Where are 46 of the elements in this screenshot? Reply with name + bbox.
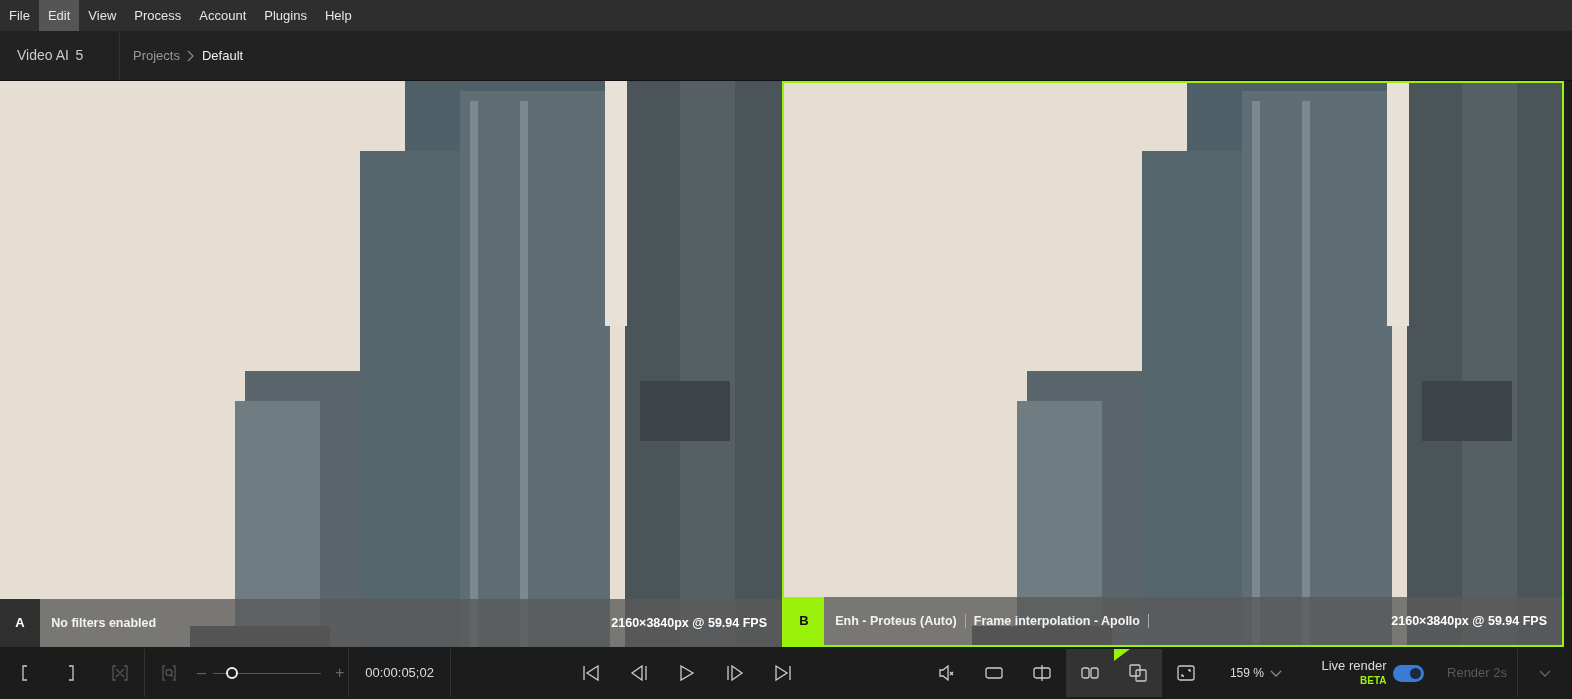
breadcrumb-item: Default <box>201 46 244 65</box>
chevron-down-icon <box>1539 668 1551 678</box>
preview-pane[interactable]: B Enh - Proteus (Auto) Frame interpolation - Apollo 2160×3840px @ 59.94 FPS <box>782 81 1564 647</box>
bracket-icon <box>67 664 77 682</box>
step-back-icon <box>629 664 648 682</box>
play-icon <box>677 664 696 682</box>
filter-label: Frame interpolation - Apollo <box>965 614 1149 628</box>
beta-label: BETA <box>1360 674 1387 688</box>
menu-item[interactable]: Account <box>190 0 256 31</box>
bracket-x-icon <box>111 664 129 682</box>
menu-item[interactable]: Help <box>315 0 361 31</box>
filter-label: No filters enabled <box>50 616 158 630</box>
magnifier-icon <box>161 664 177 682</box>
chevron-down-icon <box>1270 668 1283 678</box>
menu-item[interactable]: Edit <box>38 0 80 31</box>
live-render-label: Live render <box>1321 658 1387 673</box>
ab-compare-button[interactable] <box>1114 649 1163 697</box>
resolution-text: 2160×3840px @ 59.94 FPS <box>1391 612 1548 630</box>
menu-item[interactable]: Plugins <box>255 0 316 31</box>
fit-frame-icon <box>1177 664 1196 682</box>
filter-label: Enh - Proteus (Auto) <box>827 614 966 628</box>
live-render-toggle[interactable] <box>1393 664 1424 682</box>
zoom-dropdown[interactable]: 159 % <box>1229 664 1264 682</box>
menu-item[interactable]: Process <box>125 0 191 31</box>
app-name: Video AI <box>17 46 69 65</box>
resolution-text: 2160×3840px @ 59.94 FPS <box>611 614 768 632</box>
step-forward-icon <box>725 664 744 682</box>
side-by-side-button[interactable] <box>1066 649 1115 697</box>
menu-item[interactable]: View <box>79 0 126 31</box>
pane-label: B <box>784 597 824 645</box>
chevron-right-icon <box>186 49 196 62</box>
skip-start-icon <box>581 664 600 682</box>
menu-item[interactable]: File <box>0 0 39 31</box>
breadcrumb-item[interactable]: Projects <box>133 45 180 66</box>
speaker-muted-icon <box>938 664 955 682</box>
pane-label: A <box>0 599 40 647</box>
preview-pane[interactable]: A No filters enabled 2160×3840px @ 59.94 FPS <box>0 81 782 647</box>
timecode: 00:00:05;02 <box>364 664 435 683</box>
split-layout-icon <box>1033 664 1052 682</box>
bracket-icon <box>19 664 29 682</box>
side-layout-icon <box>1081 664 1100 682</box>
skip-end-icon <box>773 664 792 682</box>
active-marker <box>1114 649 1131 661</box>
app-version: 5 <box>75 46 84 65</box>
slider-thumb[interactable] <box>225 667 238 679</box>
single-layout-icon <box>985 664 1004 682</box>
